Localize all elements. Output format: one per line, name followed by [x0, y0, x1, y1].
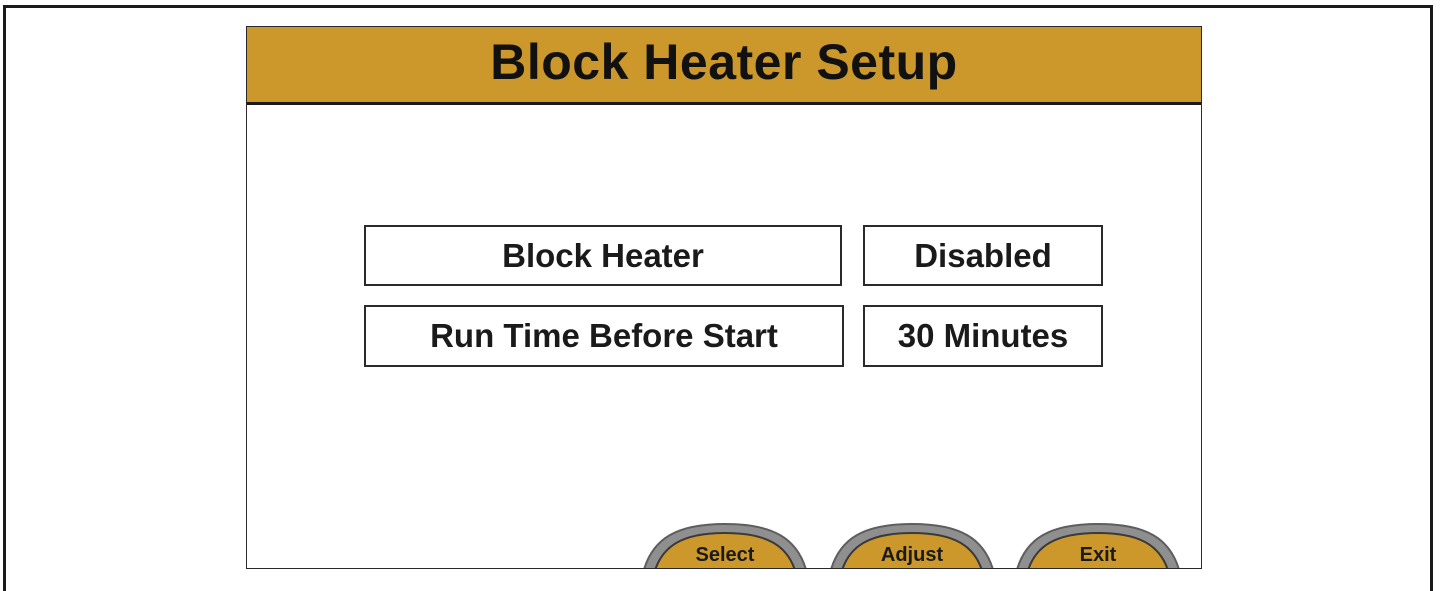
setting-label-run-time-before-start[interactable]: Run Time Before Start [364, 305, 844, 367]
select-button-label: Select [695, 544, 755, 566]
select-button[interactable]: Select [640, 518, 810, 568]
exit-button-label: Exit [1079, 544, 1117, 566]
exit-button[interactable]: Exit [1013, 518, 1183, 568]
adjust-button-label: Adjust [880, 544, 944, 566]
setting-value-block-heater[interactable]: Disabled [863, 225, 1103, 286]
setting-value-run-time-before-start[interactable]: 30 Minutes [863, 305, 1103, 367]
setting-label-block-heater[interactable]: Block Heater [364, 225, 842, 286]
display-screen: Block Heater Setup Block Heater Disabled… [246, 26, 1202, 569]
adjust-button[interactable]: Adjust [827, 518, 997, 568]
title-bar: Block Heater Setup [247, 27, 1201, 105]
page-title: Block Heater Setup [490, 33, 958, 90]
